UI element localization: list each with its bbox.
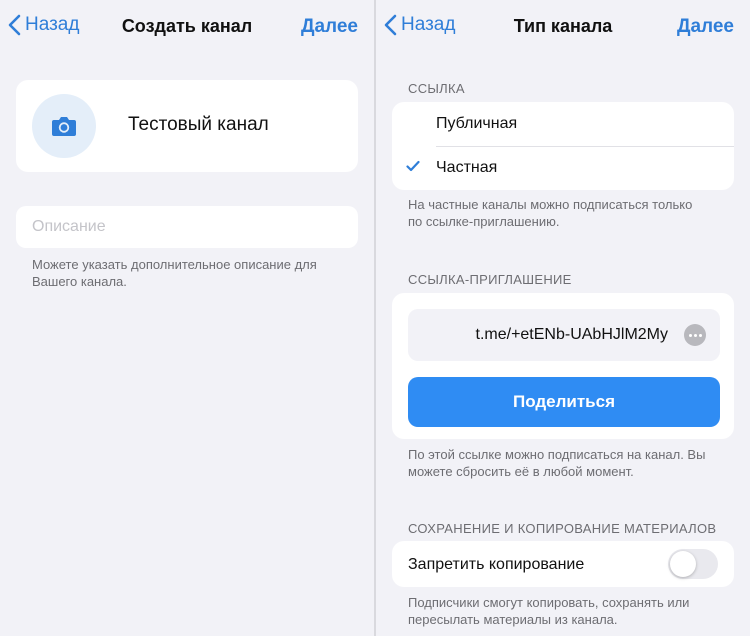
content-section-header: СОХРАНЕНИЕ И КОПИРОВАНИЕ МАТЕРИАЛОВ (408, 521, 717, 536)
checkmark-icon (406, 160, 420, 172)
content-section-footer: Подписчики смогут копировать, сохранять … (408, 595, 690, 627)
navigation-bar: Назад Создать канал Далее (0, 0, 374, 56)
invite-section-footer: По этой ссылке можно подписаться на кана… (408, 447, 706, 479)
more-horizontal-icon (688, 333, 692, 337)
option-private[interactable]: Частная (392, 146, 734, 190)
restrict-copy-toggle[interactable] (668, 549, 718, 579)
app-root: Назад Создать канал Далее Тестовый канал… (0, 0, 750, 636)
link-section-footer: На частные каналы можно подписаться толь… (408, 197, 693, 229)
option-private-label: Частная (436, 159, 498, 176)
next-button[interactable]: Далее (301, 16, 358, 38)
camera-icon (52, 117, 76, 136)
description-input[interactable] (16, 206, 358, 248)
channel-name-field[interactable]: Тестовый канал (128, 114, 269, 136)
description-hint: Можете указать дополнительное описание д… (32, 257, 317, 289)
create-channel-screen: Назад Создать канал Далее Тестовый канал… (0, 0, 374, 636)
more-options-button[interactable] (684, 324, 706, 346)
option-public-label: Публичная (436, 115, 518, 132)
next-button[interactable]: Далее (677, 16, 734, 38)
share-button[interactable]: Поделиться (408, 377, 720, 427)
invite-link-card: t.me/+etENb-UAbHJlM2My Поделиться (392, 293, 734, 439)
channel-type-screen: Назад Тип канала Далее ССЫЛКА Публичная … (376, 0, 750, 636)
option-public[interactable]: Публичная (392, 102, 734, 146)
restrict-copy-card: Запретить копирование (392, 541, 734, 587)
navigation-bar: Назад Тип канала Далее (376, 0, 750, 56)
invite-link-text: t.me/+etENb-UAbHJlM2My (475, 326, 669, 343)
toggle-knob (670, 551, 696, 577)
channel-info-card: Тестовый канал (16, 80, 358, 172)
channel-photo-button[interactable] (32, 94, 96, 158)
restrict-copy-label: Запретить копирование (408, 556, 585, 573)
invite-link-field[interactable]: t.me/+etENb-UAbHJlM2My (408, 309, 720, 361)
invite-section-header: ССЫЛКА-ПРИГЛАШЕНИЕ (408, 272, 572, 287)
link-section-header: ССЫЛКА (408, 81, 465, 96)
link-type-card: Публичная Частная (392, 102, 734, 190)
